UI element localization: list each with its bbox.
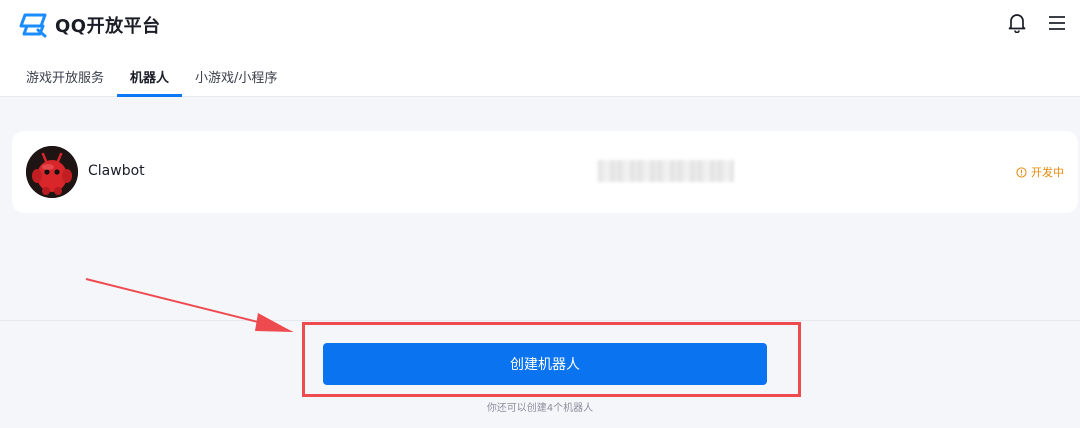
- status-text: 开发中: [1031, 166, 1064, 179]
- status-badge: 开发中: [1016, 164, 1064, 180]
- logo-text: QQ开放平台: [55, 16, 161, 37]
- bell-icon[interactable]: [1006, 12, 1028, 34]
- bot-avatar: [26, 146, 78, 198]
- qq-open-platform-logo-icon: [19, 13, 47, 38]
- bot-card[interactable]: Clawbot 开发中: [12, 131, 1078, 213]
- create-bot-button-label: 创建机器人: [510, 357, 580, 373]
- tab-game-services[interactable]: 游戏开放服务: [13, 58, 117, 96]
- top-header: QQ开放平台 游戏开放服务 机器人 小游戏/小程序: [0, 0, 1080, 97]
- menu-icon[interactable]: [1046, 12, 1068, 34]
- tab-mini-games[interactable]: 小游戏/小程序: [182, 58, 290, 96]
- create-bot-button[interactable]: 创建机器人: [323, 343, 767, 385]
- redacted-bot-id: [598, 160, 734, 182]
- tab-label: 小游戏/小程序: [195, 71, 278, 86]
- remaining-bots-hint: 你还可以创建4个机器人: [486, 403, 594, 414]
- divider: [0, 320, 1080, 321]
- info-circle-icon: [1016, 166, 1027, 178]
- tab-bots[interactable]: 机器人: [117, 58, 183, 97]
- red-robot-icon: [26, 146, 78, 198]
- bot-name: Clawbot: [88, 163, 145, 179]
- logo[interactable]: QQ开放平台: [19, 10, 161, 40]
- main-tabs: 游戏开放服务 机器人 小游戏/小程序: [13, 58, 290, 97]
- tab-label: 机器人: [130, 71, 170, 86]
- tab-label: 游戏开放服务: [26, 71, 105, 86]
- header-actions: [1006, 12, 1068, 34]
